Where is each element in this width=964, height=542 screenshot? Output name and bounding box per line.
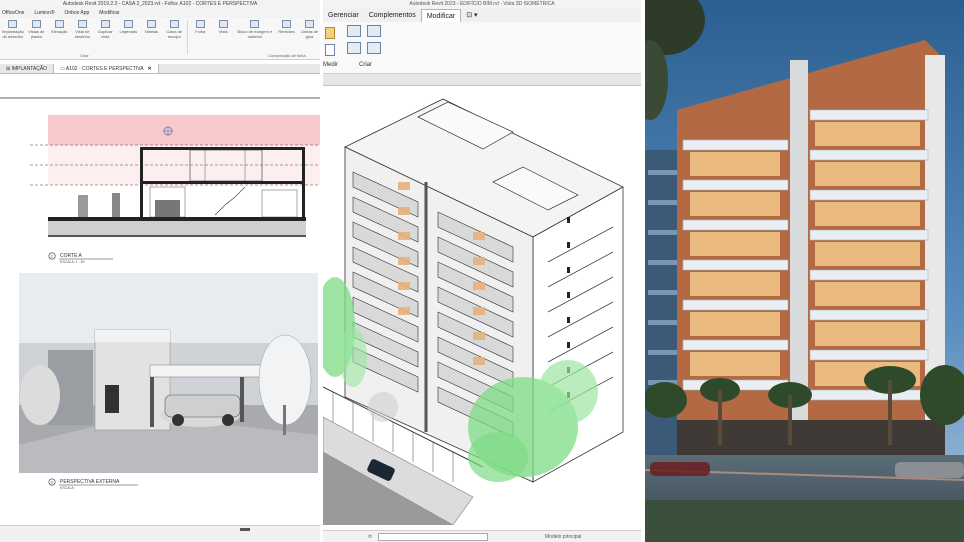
sheet-canvas[interactable]: 1 CORTE A ESCALA: 1 : 50 3 PERSPECTIVA E… [0,75,320,525]
window-title: Autodesk Revit 2019.2.3 - CASA 2_2023.rv… [0,0,320,9]
sheet-icon [195,20,205,28]
view-icon [8,20,18,28]
ribbon-button-caixa-escopo[interactable]: Caixa de escopo [164,20,185,48]
ribbon-button-tabelas[interactable]: Tabelas [141,20,162,48]
photoreal-render [645,0,964,542]
perspective-number: 3 [51,480,54,485]
scope-box-icon [169,20,179,28]
duplicate-icon [100,20,110,28]
create-group-icon[interactable] [367,25,381,37]
menu-bar: OfficeOne Lumion® Onbox App Modificar [0,9,320,18]
window-title: Autodesk Revit 2023 - EDIFÍCIO BIM.rvt -… [323,0,641,9]
view-header [323,74,641,86]
ribbon-button-vista-desenho[interactable]: Vista de desenho [72,20,93,48]
ribbon-button-bloco-margem[interactable]: Bloco de margem e carimbo [236,20,274,48]
section-drawing [30,115,320,237]
isometric-building [323,98,624,526]
revision-icon [281,20,291,28]
workset-select[interactable] [378,533,488,541]
3d-view-canvas[interactable] [323,87,641,526]
ribbon-button-duplicar[interactable]: Duplicar vista [95,20,116,48]
tab-cortes-perspectiva[interactable]: ▭ A102 - CORTES E PERSPECTIVA ✕ [53,64,159,73]
legend-icon [123,20,133,28]
ribbon-button-elevacao[interactable]: Elevação [49,20,70,48]
status-bar [0,525,320,542]
menu-item-context[interactable]: ⊡ ▾ [461,9,482,22]
section-scale: ESCALA: 1 : 50 [60,260,85,264]
create-assembly-icon[interactable] [367,42,381,54]
menu-item-modificar[interactable]: Modificar [99,9,119,18]
schedule-icon [146,20,156,28]
menu-item-gerenciar[interactable]: Gerenciar [323,9,364,22]
ribbon-button-vistas-planta[interactable]: Vistas de planta [26,20,47,48]
ribbon-separator [186,20,188,54]
section-number: 1 [51,254,54,259]
ribbon-group-create: Criar [80,53,89,58]
tab-implantacao[interactable]: ⊞ IMPLANTAÇÃO [0,64,53,73]
ribbon-label-measure: Medir [323,62,339,68]
sheet-drawing: 1 CORTE A ESCALA: 1 : 50 3 PERSPECTIVA E… [0,97,320,490]
revit-3d-window: Autodesk Revit 2023 - EDIFÍCIO BIM.rvt -… [323,0,641,542]
view-tabs: ⊞ IMPLANTAÇÃO ▭ A102 - CORTES E PERSPECT… [0,64,320,74]
ribbon-button-revisoes[interactable]: Revisões [276,20,297,48]
composite-screenshot: Autodesk Revit 2019.2.3 - CASA 2_2023.rv… [0,0,964,542]
perspective-scale: ESCALA [60,486,74,490]
menu-bar: Gerenciar Complementos Modificar ⊡ ▾ [323,9,641,22]
menu-item-onbox[interactable]: Onbox App [65,9,90,18]
ribbon-button-implantacao[interactable]: Implantação do desenho [2,20,24,48]
measure-icon[interactable] [325,27,335,39]
measure-line-icon[interactable] [325,44,335,56]
menu-item-lumion[interactable]: Lumion® [34,9,54,18]
section-title: CORTE A [60,253,83,259]
ribbon-label-create: Criar [359,62,372,68]
plan-view-icon [31,20,41,28]
guide-grid-icon [304,20,314,28]
scrollbar-thumb[interactable] [240,528,250,531]
menu-item-modificar[interactable]: Modificar [420,9,462,22]
ribbon-group-compose: Composição de folha [268,53,306,58]
render-image [645,0,964,542]
menu-item-complementos[interactable]: Complementos [364,9,421,22]
elevation-icon [54,20,64,28]
ribbon-button-linhas-guia[interactable]: Linhas de guia [299,20,320,48]
drafting-view-icon [77,20,87,28]
ribbon-button-vista[interactable]: Vista [213,20,234,48]
place-view-icon [218,20,228,28]
status-bar: ⟳ Modelo principal [323,530,641,542]
ribbon-button-legendas[interactable]: Legendas [118,20,139,48]
title-block-icon [250,20,260,28]
perspective-render [19,273,318,473]
ribbon: Medir Criar [323,22,641,74]
revit-sheet-window: Autodesk Revit 2019.2.3 - CASA 2_2023.rv… [0,0,320,542]
perspective-title: PERSPECTIVA EXTERNA [60,479,120,485]
close-tab-icon[interactable]: ✕ [148,66,152,72]
view-control-icon[interactable]: ⟳ [368,531,372,542]
create-part-icon[interactable] [347,25,361,37]
ribbon-button-folha[interactable]: Folha [190,20,211,48]
create-similar-icon[interactable] [347,42,361,54]
menu-item-officeone[interactable]: OfficeOne [2,9,24,18]
status-model-label: Modelo principal [545,534,582,540]
